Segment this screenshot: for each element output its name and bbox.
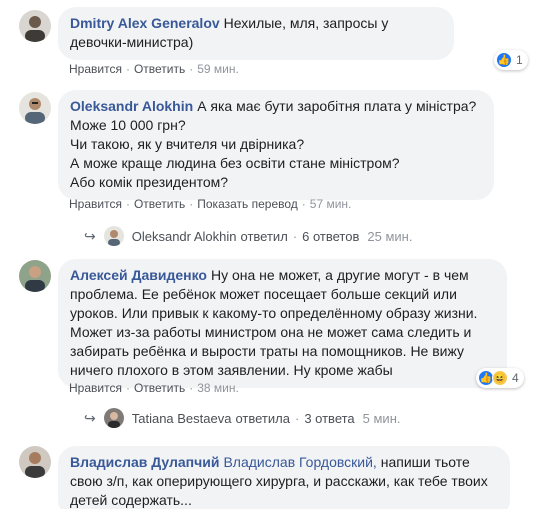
like-link[interactable]: Нравится — [69, 381, 122, 395]
comment-line: Чи такою, як у вчителя чи двірника? — [70, 136, 305, 152]
reply-verb: ответил — [240, 228, 288, 244]
reply-link[interactable]: Ответить — [134, 62, 185, 76]
reaction-count: 4 — [512, 371, 519, 385]
reply-count: 6 ответов — [302, 228, 360, 244]
comment-author[interactable]: Dmitry Alex Generalov — [70, 15, 220, 31]
like-icon: 👍 — [496, 52, 512, 68]
comment-bubble: Dmitry Alex Generalov Нехилые, мля, запро… — [58, 7, 454, 60]
comment-line: Або комік президентом? — [70, 174, 229, 190]
view-replies[interactable]: ↪ Tatiana Bestaeva ответила · 3 ответа 5… — [84, 408, 401, 428]
reply-author: Oleksandr Alokhin — [131, 228, 237, 244]
reply-time: 5 мин. — [362, 410, 401, 426]
avatar[interactable] — [19, 446, 51, 478]
comment-actions: Нравится · Ответить · 38 мин. — [69, 381, 239, 395]
comment-author[interactable]: Алексей Давиденко — [70, 267, 207, 283]
comment-actions: Нравится · Ответить · 59 мин. — [69, 62, 239, 76]
reply-link[interactable]: Ответить — [134, 197, 185, 211]
avatar — [103, 226, 124, 246]
view-replies[interactable]: ↪ Oleksandr Alokhin ответил · 6 ответов … — [84, 226, 412, 246]
reply-time: 25 мин. — [367, 228, 413, 244]
reply-link[interactable]: Ответить — [134, 381, 185, 395]
like-link[interactable]: Нравится — [69, 197, 122, 211]
comment-line: А може краще людина без освіти стане мін… — [70, 155, 400, 171]
comment-actions: Нравится · Ответить · Показать перевод · 57 ми… — [69, 197, 352, 211]
haha-icon: 😆 — [492, 370, 508, 386]
avatar[interactable] — [19, 10, 51, 42]
comment-line: А яка має бути заробітня плата у міністр… — [197, 98, 477, 114]
avatar[interactable] — [19, 92, 51, 124]
avatar[interactable] — [19, 260, 51, 292]
comment-bubble: Алексей Давиденко Ну она не может, а друг… — [58, 259, 507, 388]
reaction-count: 1 — [516, 53, 523, 67]
reply-count: 3 ответа — [304, 410, 355, 426]
reaction-summary[interactable]: 👍 😆 4 — [476, 368, 524, 388]
timestamp[interactable]: 59 мин. — [197, 62, 239, 76]
reply-arrow-icon: ↪ — [84, 227, 96, 244]
reply-author: Tatiana Bestaeva — [131, 410, 232, 426]
comment-text: Ну она не может, а другие могут - в чем … — [70, 267, 478, 378]
comment-author[interactable]: Владислав Дулапчий — [70, 454, 219, 470]
comment-bubble: Oleksandr Alokhin А яка має бути заробітн… — [58, 90, 494, 200]
reply-verb: ответила — [235, 410, 290, 426]
avatar — [103, 408, 124, 428]
timestamp[interactable]: 57 мин. — [310, 197, 352, 211]
timestamp[interactable]: 38 мин. — [197, 381, 239, 395]
reaction-summary[interactable]: 👍 1 — [494, 50, 528, 70]
comment-line: Може 10 000 грн? — [70, 117, 186, 133]
reply-arrow-icon: ↪ — [84, 409, 96, 426]
mention-link[interactable]: Владислав Гордовский, — [223, 454, 376, 470]
comment-author[interactable]: Oleksandr Alokhin — [70, 98, 193, 114]
translate-link[interactable]: Показать перевод — [197, 197, 298, 211]
comment-bubble: Владислав Дулапчий Владислав Гордовский, … — [58, 446, 510, 509]
like-link[interactable]: Нравится — [69, 62, 122, 76]
